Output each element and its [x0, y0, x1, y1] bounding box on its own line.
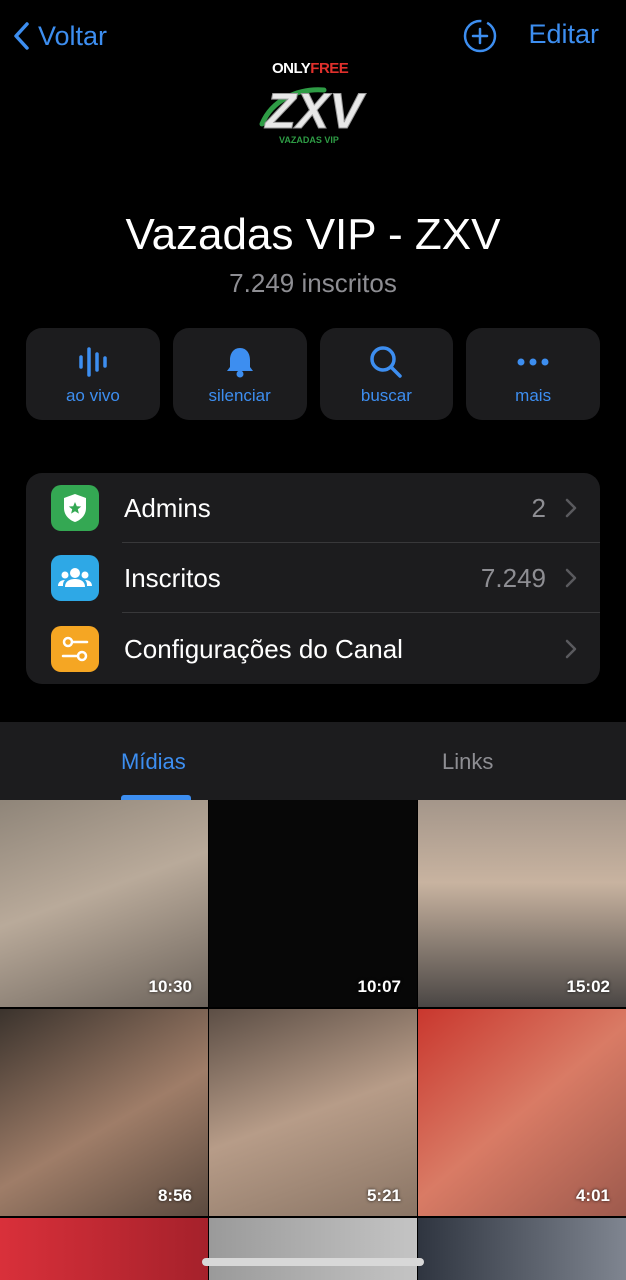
- media-thumbnail[interactable]: 10:07: [209, 800, 417, 1007]
- channel-title: Vazadas VIP - ZXV: [125, 210, 501, 259]
- admins-label: Admins: [124, 493, 211, 523]
- logo-wordmark-top: ONLYFREE: [272, 60, 349, 77]
- channel-settings-list: Admins 2 Inscritos 7.249 Configurações d…: [26, 473, 600, 684]
- search-icon: [370, 346, 403, 378]
- svg-text:ZXV: ZXV: [263, 83, 366, 134]
- tab-media[interactable]: Mídias: [121, 749, 186, 775]
- back-button[interactable]: Voltar: [12, 16, 107, 56]
- logo-subtitle: VAZADAS VIP: [279, 135, 339, 145]
- video-duration: 10:30: [148, 977, 192, 996]
- channel-settings-label: Configurações do Canal: [124, 634, 403, 664]
- media-thumbnail[interactable]: 4:01: [418, 1009, 626, 1216]
- live-waveform-icon: [79, 347, 107, 377]
- media-grid: 10:30 10:07 15:02 8:56 5:21 4:01: [0, 800, 626, 1280]
- tab-links[interactable]: Links: [442, 749, 493, 775]
- action-buttons: ao vivo silenciar buscar mais: [26, 328, 600, 420]
- video-duration: 4:01: [575, 1186, 610, 1205]
- chevron-left-icon: [14, 22, 29, 50]
- chevron-right-icon: [565, 639, 577, 659]
- chevron-right-icon: [565, 498, 577, 518]
- admins-count: 2: [531, 493, 546, 523]
- edit-button[interactable]: Editar: [528, 19, 599, 50]
- admin-badge-icon: [51, 485, 99, 531]
- subscriber-count: 7.249 inscritos: [229, 268, 397, 298]
- video-duration: 15:02: [566, 977, 610, 996]
- more-button[interactable]: mais: [466, 328, 600, 420]
- media-thumbnail[interactable]: 8:56: [0, 1009, 208, 1216]
- media-thumbnail[interactable]: [0, 1218, 208, 1280]
- admins-row[interactable]: Admins 2: [26, 473, 600, 543]
- search-button[interactable]: buscar: [319, 328, 454, 420]
- media-thumbnail[interactable]: [209, 1218, 417, 1280]
- live-label: ao vivo: [65, 386, 120, 405]
- media-thumbnail[interactable]: 15:02: [418, 800, 626, 1007]
- media-tabs: Mídias Links: [0, 722, 626, 800]
- channel-settings-icon: [51, 626, 99, 672]
- live-button[interactable]: ao vivo: [26, 328, 160, 420]
- subscribers-value: 7.249: [480, 563, 546, 593]
- mute-label: silenciar: [208, 386, 271, 405]
- mute-button[interactable]: silenciar: [172, 328, 307, 420]
- channel-avatar[interactable]: ONLYFREE ZXV VAZADAS VIP: [250, 58, 370, 150]
- video-duration: 10:07: [357, 977, 401, 996]
- more-label: mais: [515, 386, 552, 405]
- home-indicator[interactable]: [202, 1258, 424, 1266]
- video-duration: 5:21: [366, 1186, 401, 1205]
- subscribers-icon: [51, 555, 99, 601]
- row-divider: [122, 612, 600, 613]
- media-thumbnail[interactable]: 10:30: [0, 800, 208, 1007]
- media-thumbnail[interactable]: 5:21: [209, 1009, 417, 1216]
- search-label: buscar: [360, 386, 412, 405]
- bell-icon: [226, 348, 253, 378]
- logo-zxv-mark: ZXV: [259, 83, 367, 134]
- subscribers-row[interactable]: Inscritos 7.249: [26, 543, 600, 613]
- media-thumbnail[interactable]: [418, 1218, 626, 1280]
- channel-settings-row[interactable]: Configurações do Canal: [26, 614, 600, 684]
- back-label: Voltar: [38, 20, 108, 51]
- more-dots-icon: [517, 358, 549, 366]
- add-circle-icon[interactable]: [462, 18, 498, 54]
- video-duration: 8:56: [157, 1186, 192, 1205]
- subscribers-label: Inscritos: [124, 563, 221, 593]
- chevron-right-icon: [565, 568, 577, 588]
